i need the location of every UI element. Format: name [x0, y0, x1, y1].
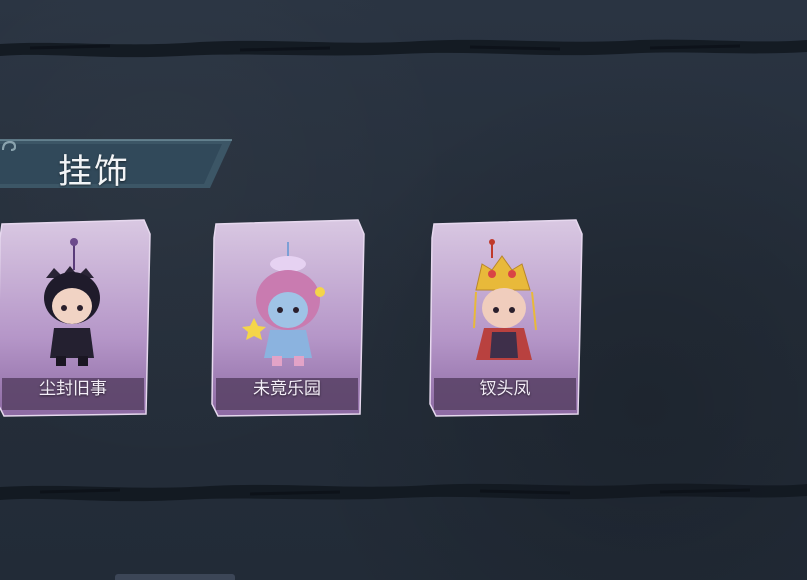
chibi-figure-icon	[242, 242, 325, 366]
chibi-figure-icon	[473, 239, 537, 360]
pendant-card[interactable]: 尘封旧事	[0, 218, 152, 418]
pendant-card[interactable]: 钗头凤	[426, 218, 584, 418]
section-header-pendants: 挂饰	[0, 138, 232, 192]
brush-stroke-divider-top	[0, 39, 807, 58]
pendant-card[interactable]: 未竟乐园	[208, 218, 366, 418]
card-label: 钗头凤	[479, 379, 531, 399]
card-label: 尘封旧事	[39, 379, 107, 399]
brush-stroke-divider-bottom	[0, 483, 807, 502]
bottom-tab-peek	[115, 574, 235, 580]
chibi-figure-icon	[44, 238, 100, 366]
card-label: 未竟乐园	[253, 379, 321, 399]
swirl-ornament-icon	[2, 140, 17, 151]
section-title: 挂饰	[58, 152, 130, 192]
